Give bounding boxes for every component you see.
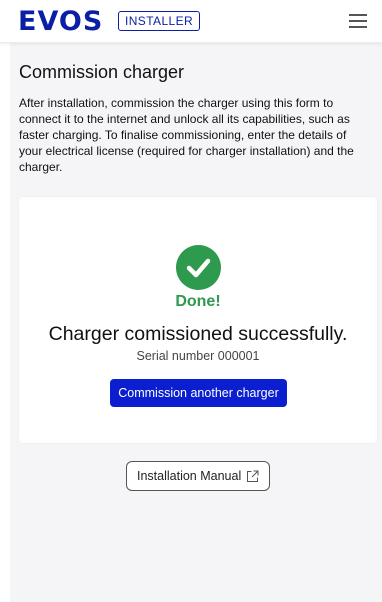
- check-circle-icon: [176, 245, 221, 290]
- status-label: Done!: [175, 293, 221, 310]
- evos-logo[interactable]: EVOS: [18, 8, 103, 36]
- intro-text: After installation, commission the charg…: [19, 96, 354, 174]
- installation-manual-button[interactable]: Installation Manual: [126, 461, 270, 491]
- external-link-icon: [247, 470, 259, 482]
- installation-manual-label: Installation Manual: [137, 469, 242, 483]
- commission-another-button[interactable]: Commission another charger: [110, 379, 287, 407]
- page-title: Commission charger: [19, 62, 185, 82]
- installer-badge: INSTALLER: [118, 11, 201, 31]
- hamburger-menu-icon[interactable]: [349, 13, 367, 29]
- app-header: EVOS INSTALLER: [0, 0, 382, 43]
- serial-number: Serial number 000001: [136, 349, 260, 363]
- success-message: Charger comissioned successfully.: [48, 323, 348, 345]
